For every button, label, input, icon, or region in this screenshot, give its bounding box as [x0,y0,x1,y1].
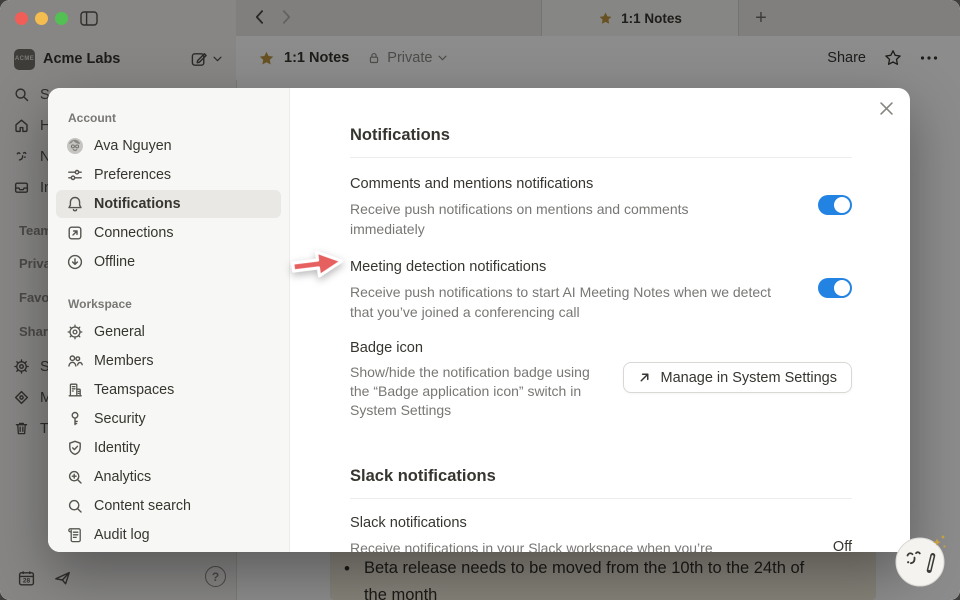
zoom-window-button[interactable] [55,12,68,25]
setting-row-badge-icon: Badge icon Show/hide the notification ba… [350,338,852,420]
comments-notifications-toggle[interactable] [818,195,852,215]
settings-item-members[interactable]: Members [56,347,281,375]
settings-item-content-search[interactable]: Content search [56,492,281,520]
settings-item-identity[interactable]: Identity [56,434,281,462]
settings-section-account: Account [48,106,289,131]
settings-item-security[interactable]: Security [56,405,281,433]
meeting-detection-toggle[interactable] [818,278,852,298]
settings-item-connections[interactable]: Connections [56,219,281,247]
avatar [66,137,84,155]
divider [350,498,852,499]
setting-row-comments: Comments and mentions notifications Rece… [350,174,852,239]
setting-row-meeting-detection: Meeting detection notifications Receive … [350,257,852,322]
slack-section-title: Slack notifications [350,465,852,487]
slack-notifications-value[interactable]: Off [833,539,852,552]
settings-item-preferences[interactable]: Preferences [56,161,281,189]
bell-icon [66,195,84,213]
close-icon[interactable] [880,102,893,115]
setting-row-slack: Slack notifications Receive notification… [350,513,852,552]
settings-item-account-profile[interactable]: Ava Nguyen [56,132,281,160]
magnifier-plus-icon [66,468,84,486]
magnifier-icon [66,497,84,515]
divider [350,157,852,158]
close-window-button[interactable] [15,12,28,25]
settings-item-general[interactable]: General [56,318,281,346]
settings-item-teamspaces[interactable]: Teamspaces [56,376,281,404]
people-icon [66,352,84,370]
key-icon [66,410,84,428]
settings-sidebar: Account Ava Nguyen Preferences [48,88,290,552]
settings-section-workspace: Workspace [48,292,289,317]
settings-item-offline[interactable]: Offline [56,248,281,276]
settings-content: Notifications Comments and mentions noti… [290,88,910,552]
arrow-out-box-icon [66,224,84,242]
building-icon [66,381,84,399]
shield-check-icon [66,439,84,457]
arrow-up-right-icon [638,371,651,384]
settings-item-audit-log[interactable]: Audit log [56,521,281,549]
gear-icon [66,323,84,341]
app-window: ACME Acme Labs Search Home Notion AI [0,0,960,600]
annotation-arrow [287,243,349,286]
settings-item-analytics[interactable]: Analytics [56,463,281,491]
cursor-badge [893,532,951,590]
settings-item-notifications[interactable]: Notifications [56,190,281,218]
manage-system-settings-button[interactable]: Manage in System Settings [623,362,852,393]
sliders-icon [66,166,84,184]
download-circle-icon [66,253,84,271]
scroll-icon [66,526,84,544]
settings-modal: Account Ava Nguyen Preferences [48,88,910,552]
settings-page-title: Notifications [350,124,852,146]
traffic-lights [15,12,68,25]
minimize-window-button[interactable] [35,12,48,25]
